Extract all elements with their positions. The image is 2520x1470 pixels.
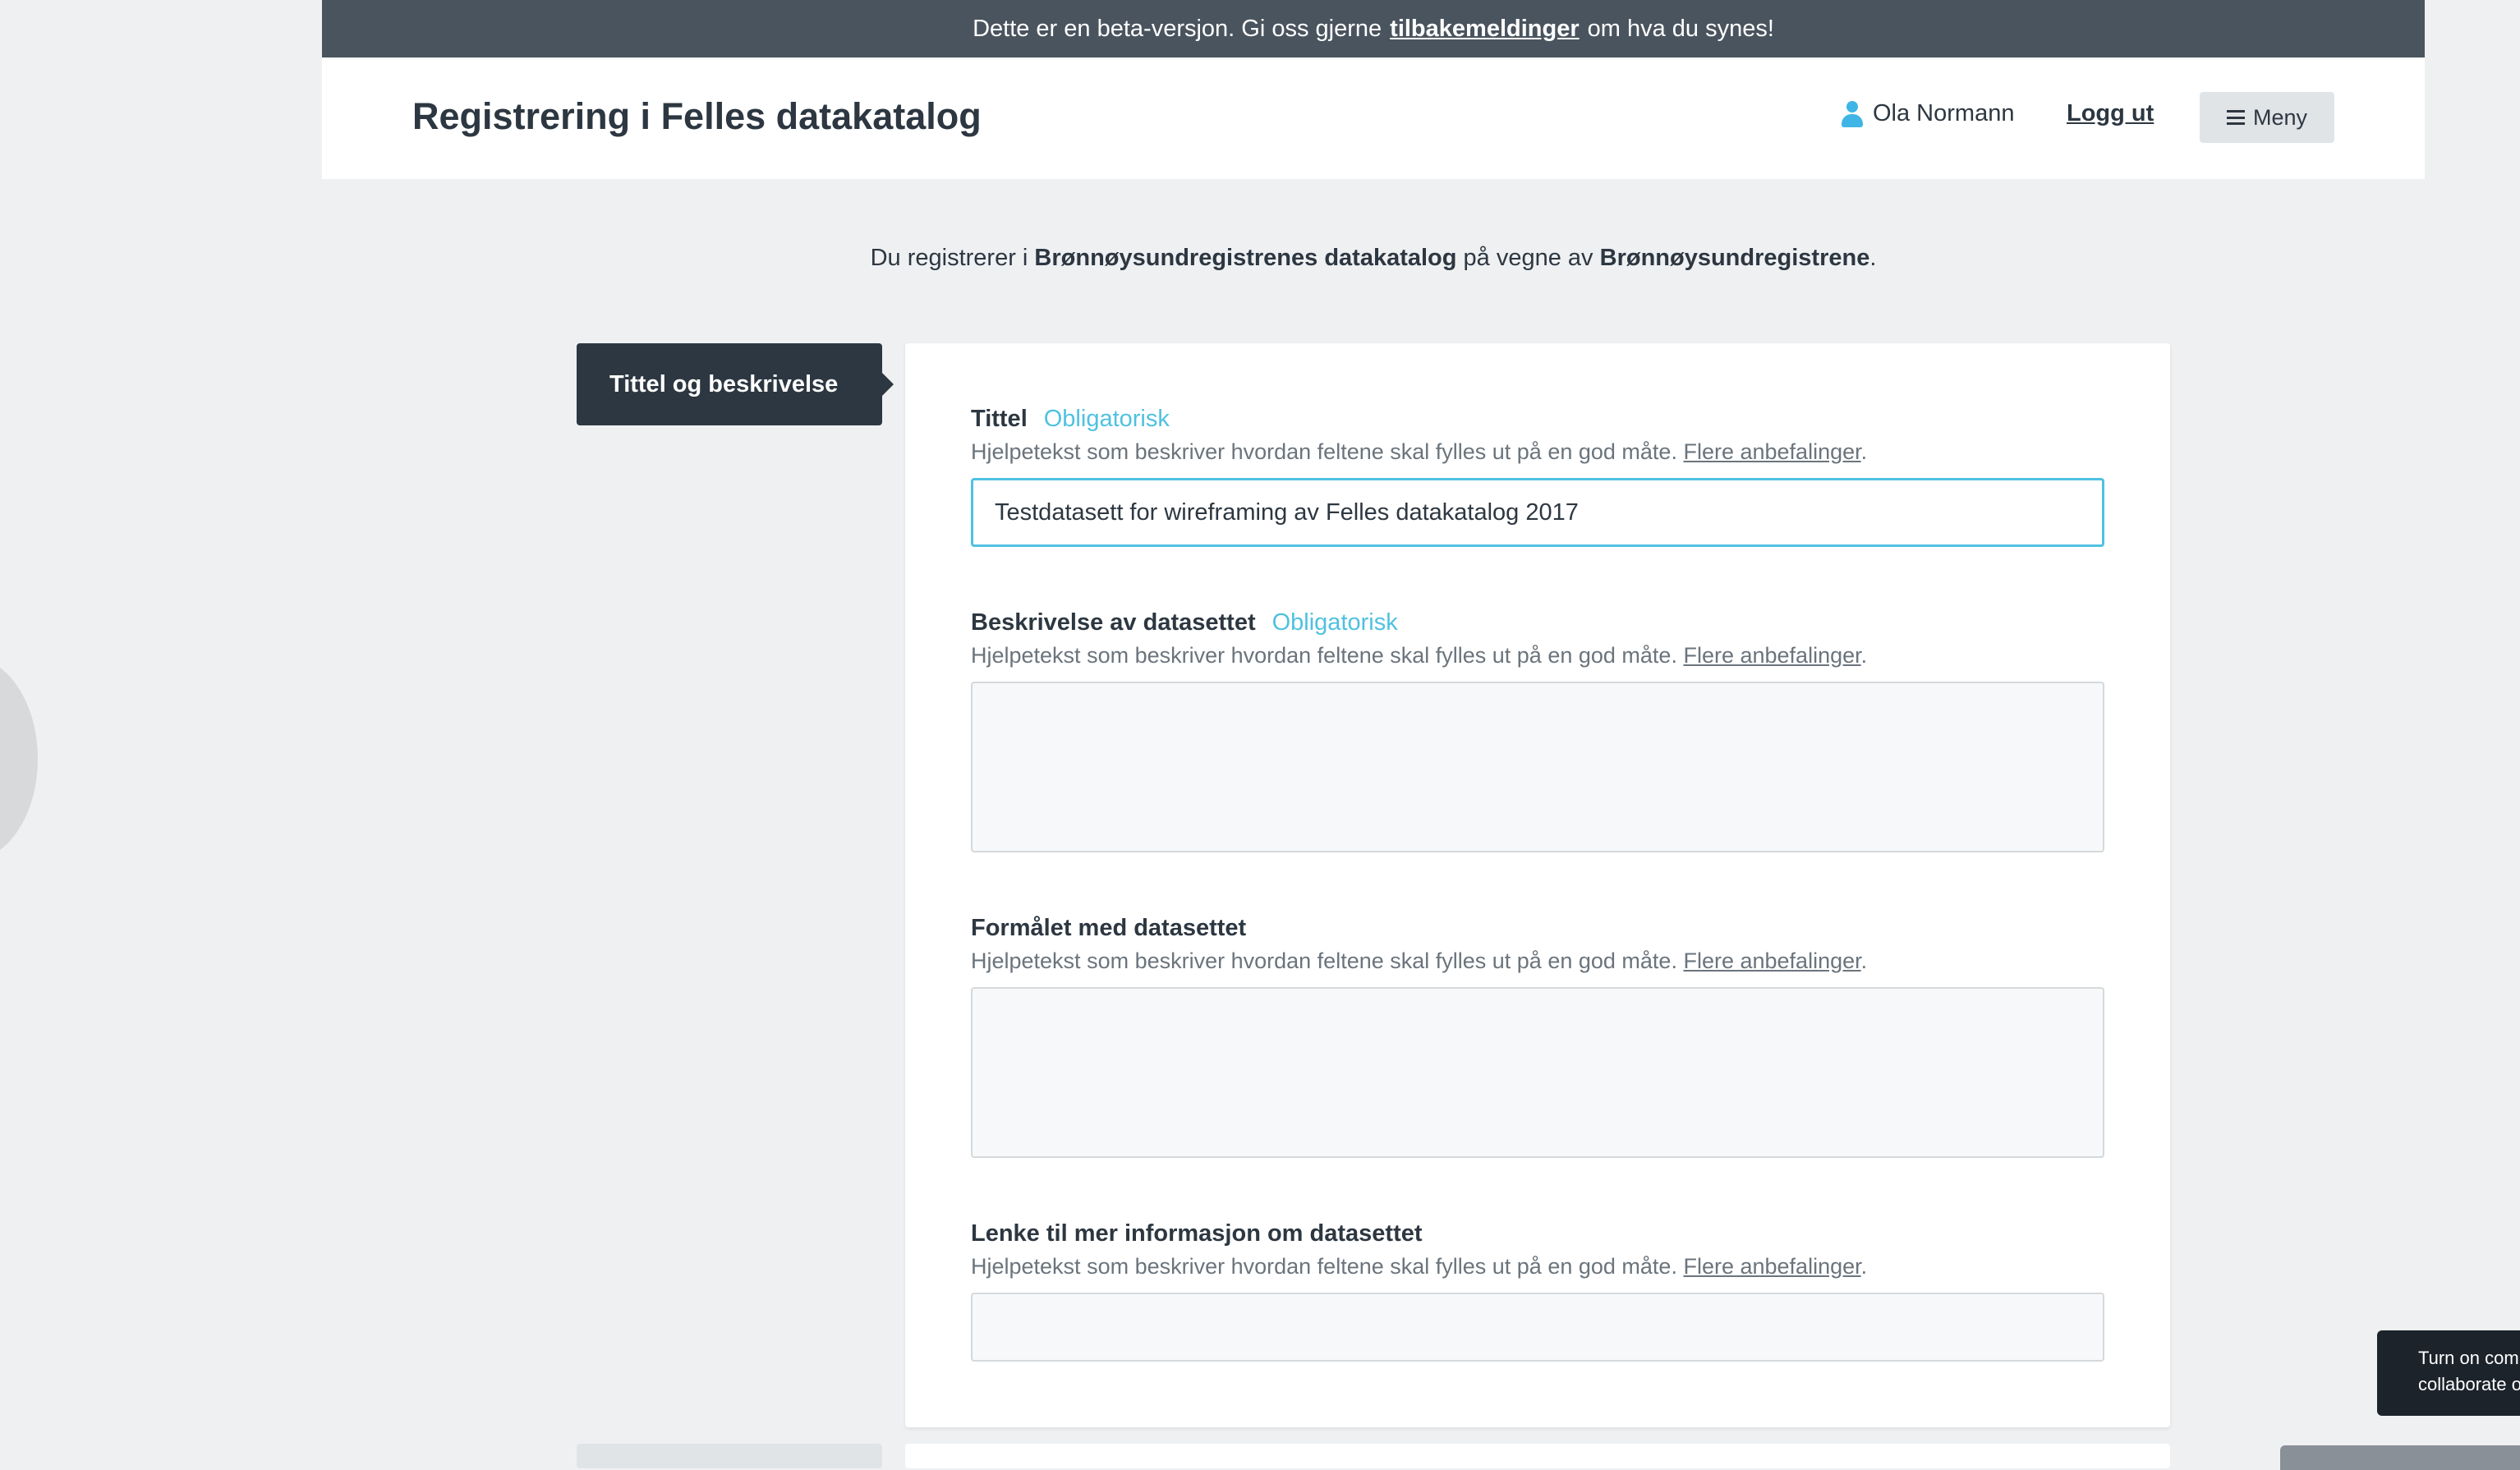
step-tab-label: Tittel og beskrivelse <box>609 370 839 397</box>
beta-banner-prefix: Dette er en beta-versjon. Gi oss gjerne <box>973 15 1382 42</box>
collaboration-toast[interactable]: Turn on com collaborate o <box>2377 1330 2520 1416</box>
info-middle: på vegne av <box>1463 245 1593 271</box>
help-text: Hjelpetekst som beskriver hvordan felten… <box>971 439 1868 464</box>
purpose-textarea[interactable] <box>971 987 2104 1158</box>
field-label: Tittel Obligatorisk <box>971 406 2104 433</box>
background-circle <box>0 657 38 861</box>
page: Dette er en beta-versjon. Gi oss gjerne … <box>322 0 2425 1463</box>
field-label: Formålet med datasettet <box>971 915 2104 942</box>
help-text-body: Hjelpetekst som beskriver hvordan felten… <box>971 643 1677 668</box>
next-step-tab[interactable] <box>577 1444 882 1468</box>
field-label: Beskrivelse av datasettet Obligatorisk <box>971 609 2104 636</box>
recommendations-link[interactable]: Flere anbefalinger <box>1683 643 1860 668</box>
field-more-info-link: Lenke til mer informasjon om datasettet … <box>971 1220 2104 1362</box>
field-label-text: Formålet med datasettet <box>971 915 1247 941</box>
field-label: Lenke til mer informasjon om datasettet <box>971 1220 2104 1247</box>
app-header: Registrering i Felles datakatalog Ola No… <box>322 57 2425 179</box>
field-description: Beskrivelse av datasettet Obligatorisk Hj… <box>971 609 2104 852</box>
help-text-body: Hjelpetekst som beskriver hvordan felten… <box>971 1254 1677 1279</box>
user-name: Ola Normann <box>1873 100 2015 126</box>
user-icon <box>1842 100 1863 127</box>
field-label-text: Lenke til mer informasjon om datasettet <box>971 1220 1423 1247</box>
menu-label: Meny <box>2252 104 2308 130</box>
form-card: Tittel Obligatorisk Hjelpetekst som beskr… <box>905 343 2170 1427</box>
help-text-body: Hjelpetekst som beskriver hvordan felten… <box>971 949 1677 973</box>
menu-button[interactable]: Meny <box>2200 92 2334 143</box>
required-badge: Obligatorisk <box>1043 406 1170 432</box>
recommendations-link[interactable]: Flere anbefalinger <box>1683 439 1860 464</box>
toast-line-1: Turn on com <box>2418 1348 2519 1368</box>
beta-banner-suffix: om hva du synes! <box>1587 15 1774 42</box>
field-label-text: Tittel <box>971 406 1028 432</box>
info-suffix: . <box>1869 245 1877 271</box>
user-info: Ola Normann <box>1842 100 2014 127</box>
next-form-card <box>905 1444 2170 1468</box>
app-title: Registrering i Felles datakatalog <box>412 95 982 137</box>
title-input-value: Testdatasett for wireframing av Felles d… <box>995 498 1579 526</box>
field-purpose: Formålet med datasettet Hjelpetekst som … <box>971 915 2104 1158</box>
logout-link[interactable]: Logg ut <box>2067 100 2154 127</box>
beta-banner: Dette er en beta-versjon. Gi oss gjerne … <box>322 0 2425 57</box>
description-textarea[interactable] <box>971 682 2104 852</box>
help-text: Hjelpetekst som beskriver hvordan felten… <box>971 949 1868 973</box>
corner-button[interactable] <box>2280 1445 2520 1470</box>
help-text-body: Hjelpetekst som beskriver hvordan felten… <box>971 439 1677 464</box>
title-input[interactable]: Testdatasett for wireframing av Felles d… <box>971 478 2104 547</box>
feedback-link[interactable]: tilbakemeldinger <box>1390 16 1579 43</box>
help-text: Hjelpetekst som beskriver hvordan felten… <box>971 643 1868 668</box>
info-prefix: Du registrerer i <box>870 245 1028 271</box>
toast-line-2: collaborate o <box>2418 1374 2520 1394</box>
registration-info: Du registrerer i Brønnøysundregistrenes … <box>322 245 2425 272</box>
info-org: Brønnøysundregistrene <box>1599 245 1870 271</box>
field-label-text: Beskrivelse av datasettet <box>971 609 1256 636</box>
info-catalog: Brønnøysundregistrenes datakatalog <box>1034 245 1457 271</box>
field-title: Tittel Obligatorisk Hjelpetekst som beskr… <box>971 406 2104 547</box>
help-text: Hjelpetekst som beskriver hvordan felten… <box>971 1254 1868 1279</box>
more-info-input[interactable] <box>971 1293 2104 1362</box>
hamburger-icon <box>2226 110 2245 125</box>
recommendations-link[interactable]: Flere anbefalinger <box>1683 949 1860 973</box>
required-badge: Obligatorisk <box>1271 609 1398 636</box>
recommendations-link[interactable]: Flere anbefalinger <box>1683 1254 1860 1279</box>
step-tab-title-description[interactable]: Tittel og beskrivelse <box>577 343 894 425</box>
